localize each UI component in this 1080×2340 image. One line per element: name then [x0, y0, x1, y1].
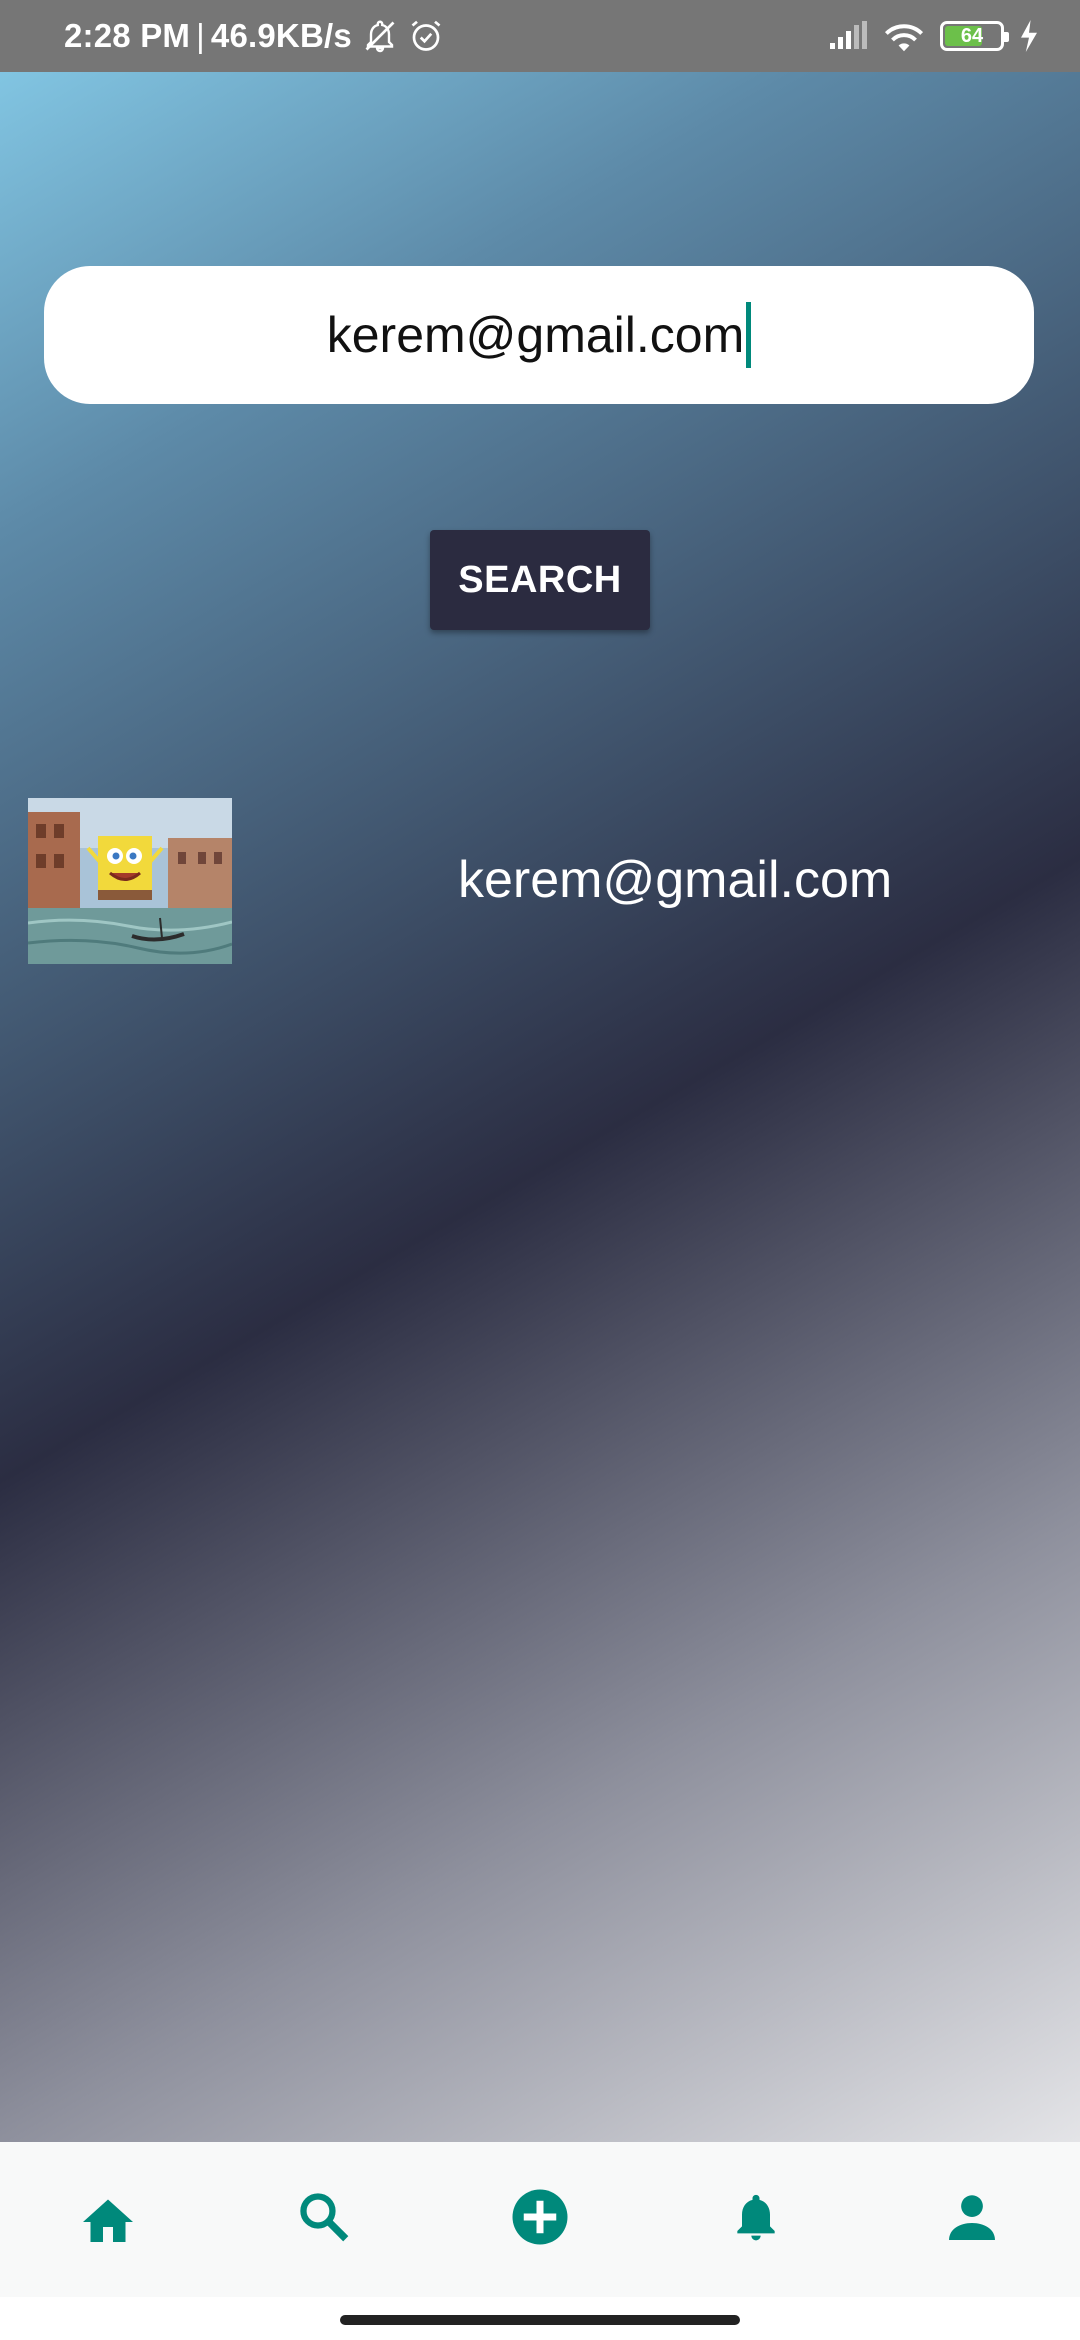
notifications-off-icon	[362, 18, 398, 54]
battery-indicator: 64	[940, 21, 1009, 51]
search-input-value: kerem@gmail.com	[326, 307, 745, 363]
home-icon	[78, 2189, 138, 2250]
user-result-item[interactable]: kerem@gmail.com	[28, 798, 1052, 966]
network-speed: 46.9KB/s	[210, 17, 352, 54]
user-avatar-thumbnail	[28, 798, 232, 964]
charging-icon	[1018, 20, 1040, 52]
status-separator: |	[196, 17, 205, 54]
gesture-area	[0, 2297, 1080, 2340]
search-screen: 2:28 PM | 46.9KB/s 64 kerem@gmail.com SE…	[0, 0, 1080, 2340]
status-time: 2:28 PM	[64, 17, 191, 54]
search-input[interactable]: kerem@gmail.com	[44, 266, 1034, 404]
search-button[interactable]: SEARCH	[430, 530, 650, 630]
status-bar: 2:28 PM | 46.9KB/s 64	[0, 0, 1080, 72]
nav-add[interactable]	[486, 2166, 594, 2274]
nav-home[interactable]	[54, 2166, 162, 2274]
nav-search[interactable]	[270, 2166, 378, 2274]
battery-level: 64	[960, 24, 984, 47]
alarm-icon	[408, 18, 444, 54]
search-icon	[295, 2188, 353, 2251]
wifi-icon	[882, 18, 926, 54]
profile-icon	[943, 2188, 1001, 2251]
notifications-icon	[728, 2187, 784, 2252]
text-caret	[746, 302, 752, 368]
nav-notifications[interactable]	[702, 2166, 810, 2274]
signal-icon	[828, 21, 868, 51]
gesture-navigation-bar[interactable]	[340, 2315, 740, 2325]
status-left: 2:28 PM | 46.9KB/s	[64, 17, 444, 55]
battery-icon: 64	[940, 21, 1009, 51]
status-right: 64	[814, 18, 1040, 54]
add-circle-icon	[510, 2187, 570, 2252]
nav-profile[interactable]	[918, 2166, 1026, 2274]
bottom-navigation	[0, 2142, 1080, 2297]
result-email: kerem@gmail.com	[458, 851, 893, 909]
